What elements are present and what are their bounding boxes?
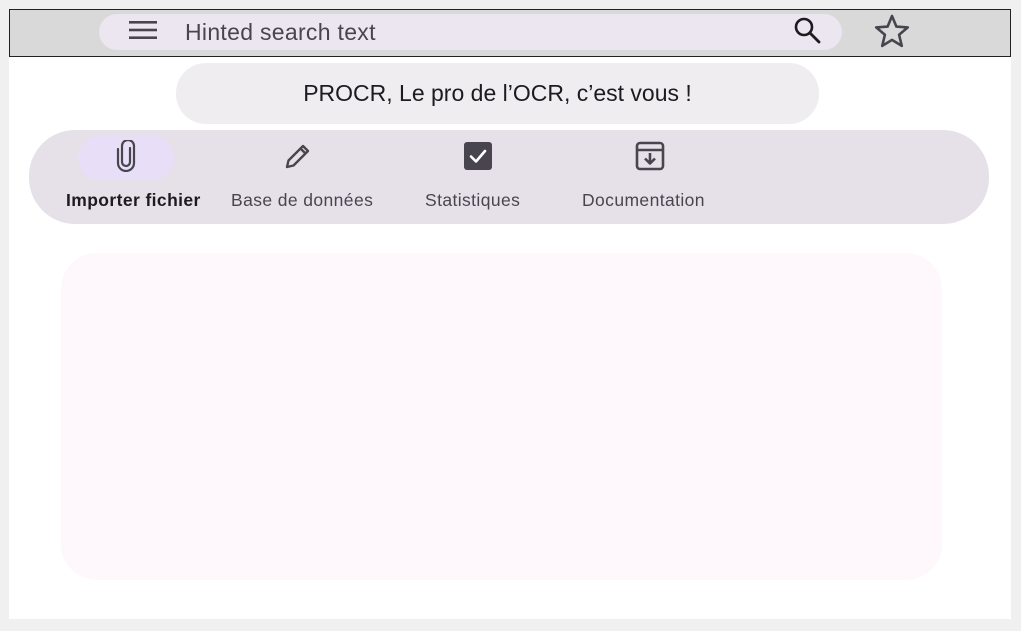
nav-label: Base de données <box>231 190 374 210</box>
nav-item-base-de-donnees[interactable]: Base de données <box>222 130 382 224</box>
paperclip-icon <box>115 138 137 177</box>
search-input[interactable]: Hinted search text <box>185 14 376 50</box>
archive-download-icon <box>635 141 665 176</box>
search-button[interactable] <box>792 17 822 47</box>
nav-label: Importer fichier <box>66 190 201 210</box>
app-canvas: Hinted search text PROCR, Le pro de l’OC… <box>9 9 1011 619</box>
star-outline-icon <box>874 14 910 53</box>
favorite-button[interactable] <box>872 14 912 52</box>
active-indicator <box>78 136 174 180</box>
nav-icon-container <box>250 136 346 180</box>
banner-text: PROCR, Le pro de l’OCR, c’est vous ! <box>303 80 692 106</box>
nav-label: Documentation <box>582 190 705 210</box>
nav-item-importer-fichier[interactable]: Importer fichier <box>57 130 200 224</box>
checkbox-icon <box>463 141 493 176</box>
welcome-banner: PROCR, Le pro de l’OCR, c’est vous ! <box>176 63 819 124</box>
nav-icon-container <box>430 136 526 180</box>
pencil-icon <box>283 141 313 176</box>
hamburger-menu-icon <box>128 19 158 46</box>
nav-icon-container <box>602 136 698 180</box>
top-app-bar: Hinted search text <box>9 9 1011 57</box>
menu-button[interactable] <box>123 20 163 44</box>
search-bar[interactable]: Hinted search text <box>99 14 842 50</box>
nav-item-statistiques[interactable]: Statistiques <box>411 130 537 224</box>
search-icon <box>792 15 822 50</box>
content-card <box>61 253 942 580</box>
navigation-bar: Importer fichier Base de données Statist… <box>29 130 989 224</box>
nav-label: Statistiques <box>425 190 521 210</box>
nav-item-documentation[interactable]: Documentation <box>567 130 717 224</box>
